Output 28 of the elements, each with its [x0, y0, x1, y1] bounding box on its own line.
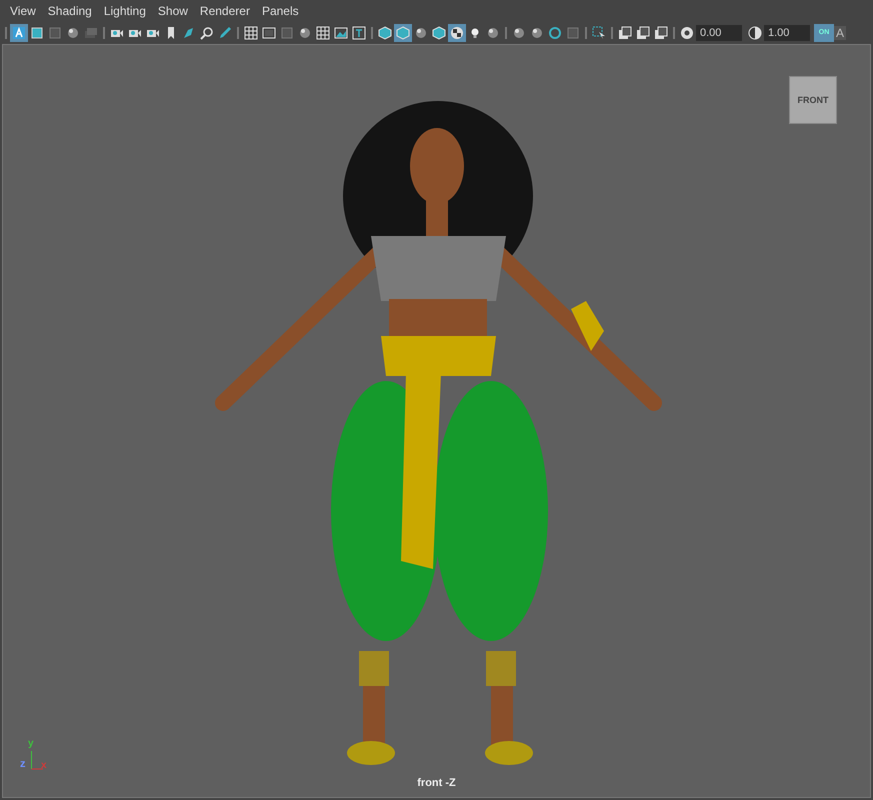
letter-icon[interactable]: [10, 24, 28, 42]
axis-gizmo-icon: [30, 751, 43, 770]
menu-item[interactable]: Show: [152, 4, 194, 18]
window-icon[interactable]: [634, 24, 652, 42]
toolbar-label[interactable]: A: [834, 26, 846, 40]
menu-item[interactable]: Renderer: [194, 4, 256, 18]
camera-label: front -Z: [416, 777, 457, 789]
grid-icon[interactable]: [242, 24, 260, 42]
aperture-icon[interactable]: [680, 26, 694, 40]
axis-label: x: [41, 761, 47, 771]
exposure-field[interactable]: 0.00: [696, 24, 742, 40]
half-circle-icon[interactable]: [748, 26, 762, 40]
view-cube[interactable]: FRONT: [789, 76, 837, 124]
cube-icon[interactable]: [376, 24, 394, 42]
window-icon[interactable]: [652, 24, 670, 42]
grid-icon[interactable]: [314, 24, 332, 42]
menu-item[interactable]: View: [4, 4, 42, 18]
menu-item[interactable]: Shading: [42, 4, 98, 18]
cube-icon[interactable]: [394, 24, 412, 42]
text-icon[interactable]: [350, 24, 368, 42]
window-icon[interactable]: [616, 24, 634, 42]
menu-item[interactable]: Lighting: [98, 4, 152, 18]
axis-label: y: [28, 739, 34, 749]
gamma-field[interactable]: 1.00: [764, 24, 810, 40]
cube-icon[interactable]: [430, 24, 448, 42]
axis-label: z: [20, 759, 26, 769]
menu-item[interactable]: Panels: [256, 4, 305, 18]
checker-icon[interactable]: [448, 24, 466, 42]
